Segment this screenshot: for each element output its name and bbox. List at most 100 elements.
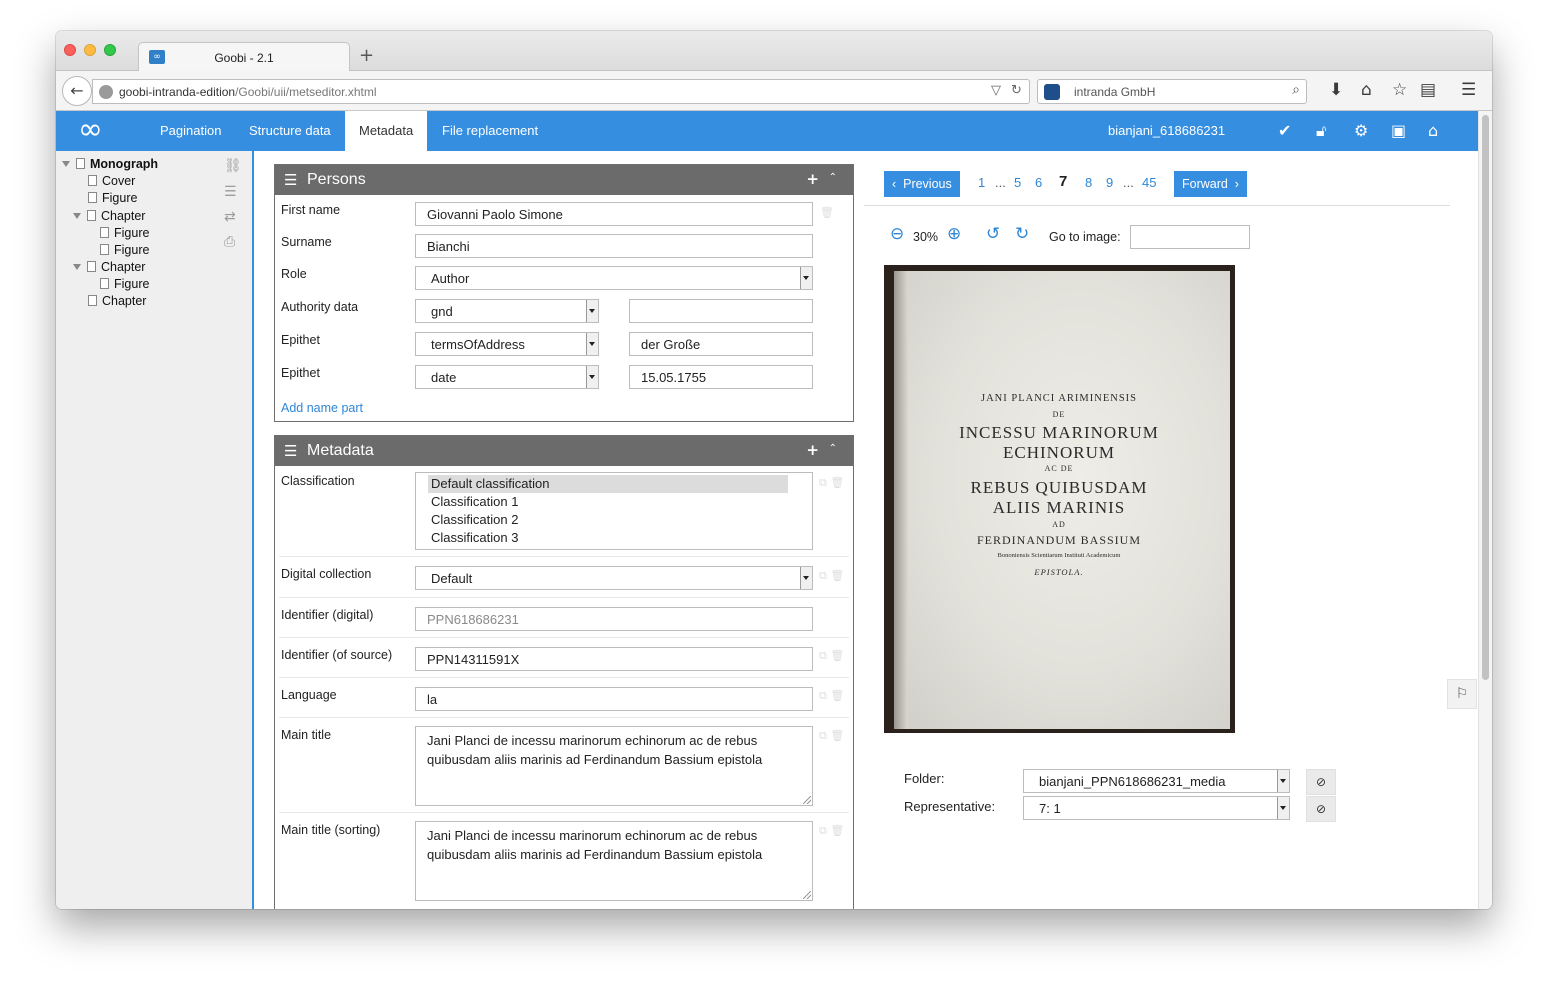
page-link[interactable]: 6 [1035,175,1042,190]
main-title-textarea[interactable]: Jani Planci de incessu marinorum echinor… [415,726,813,806]
bookmark-icon[interactable]: ⚐ [1447,679,1477,709]
add-icon[interactable]: + [806,170,819,188]
forward-button[interactable]: Forward › [1174,171,1247,197]
tree-node[interactable]: Figure [100,243,149,257]
bookmark-star-icon[interactable]: ☆ [1392,80,1407,100]
expand-icon[interactable] [73,264,81,270]
tree-node[interactable]: Figure [100,277,149,291]
download-icon[interactable]: ⬇ [1329,80,1343,100]
browser-tab[interactable]: ∞ Goobi - 2.1 [138,42,350,72]
scrollbar-thumb[interactable] [1482,115,1489,680]
authority-source-select[interactable]: gnd [415,299,599,323]
menu-icon[interactable]: ☰ [284,171,297,189]
surname-field[interactable]: Bianchi [415,234,813,258]
unlock-icon[interactable]: 🔓︎ [1316,121,1326,141]
zoom-out-icon[interactable]: ⊖ [890,224,904,244]
menu-icon[interactable]: ☰ [284,442,297,460]
representative-select[interactable]: 7: 1 [1023,796,1290,820]
page-scrollbar[interactable] [1478,111,1492,909]
tree-node[interactable]: Figure [100,226,149,240]
zoom-in-icon[interactable]: ⊕ [947,224,961,244]
digital-collection-select[interactable]: Default [415,566,813,590]
reading-list-icon[interactable]: ▤ [1420,80,1436,100]
url-bar[interactable]: goobi-intranda-edition/Goobi/uii/metsedi… [92,79,1030,104]
add-name-part-link[interactable]: Add name part [281,401,363,415]
main-title-sorting-textarea[interactable]: Jani Planci de incessu marinorum echinor… [415,821,813,901]
history-dropdown-icon[interactable]: ▽ [991,83,1001,98]
tab-metadata[interactable]: Metadata [345,111,428,151]
expand-icon[interactable] [62,161,70,167]
tree-node[interactable]: Chapter [73,209,145,223]
page-link[interactable]: 5 [1014,175,1021,190]
listbox-option[interactable]: Classification 1 [428,493,518,511]
menu-icon[interactable]: ☰ [1461,80,1476,100]
copy-icon[interactable]: ⧉ 🗑︎ [819,824,844,838]
home-icon[interactable]: ⌂ [1361,80,1372,100]
collapse-icon[interactable]: ⌃ [829,443,837,454]
list-icon[interactable]: ☰ [224,184,237,200]
tree-node[interactable]: Figure [88,191,137,205]
rotate-left-icon[interactable]: ↺ [986,224,1000,244]
listbox-option[interactable]: Default classification [428,475,788,493]
page-link[interactable]: 9 [1106,175,1113,190]
tree-node[interactable]: Chapter [73,260,145,274]
tree-node-root[interactable]: Monograph [62,157,158,171]
search-bar[interactable]: intranda GmbH ⌕ [1037,79,1307,104]
tree-node[interactable]: Chapter [88,294,146,308]
gear-icon[interactable]: ⚙ [1354,121,1368,140]
rotate-right-icon[interactable]: ↻ [1015,224,1029,244]
resize-handle-icon[interactable] [803,891,811,899]
resize-handle-icon[interactable] [803,796,811,804]
page-link[interactable]: 45 [1142,175,1156,190]
copy-icon[interactable]: ⧉ 🗑︎ [819,476,844,490]
apply-folder-button[interactable]: ⊘ [1306,769,1336,795]
copy-icon[interactable]: ⧉ 🗑︎ [819,569,844,583]
back-button[interactable]: ← [62,76,92,106]
page-link[interactable]: 8 [1085,175,1092,190]
authority-value-field[interactable] [629,299,813,323]
folder-select[interactable]: bianjani_PPN618686231_media [1023,769,1290,793]
delete-icon[interactable]: 🗑︎ [820,206,834,219]
search-icon[interactable]: ⌕ [1292,82,1300,98]
language-field[interactable]: la [415,687,813,711]
home-icon[interactable]: ⌂ [1428,121,1438,140]
identifier-digital-field[interactable]: PPN618686231 [415,607,813,631]
listbox-option[interactable]: Classification 2 [428,511,518,529]
collapse-icon[interactable]: ⌃ [829,172,837,183]
check-icon[interactable]: ✔ [1278,121,1291,140]
classification-listbox[interactable]: Default classification Classification 1 … [415,472,813,550]
goobi-logo[interactable]: ∞ [78,115,103,145]
copy-icon[interactable]: ⧉ 🗑︎ [819,689,844,703]
listbox-option[interactable]: Classification 3 [428,529,518,547]
copy-icon[interactable]: ⧉ 🗑︎ [819,649,844,663]
page-scan-image[interactable]: JANI PLANCI ARIMINENSIS DE INCESSU MARIN… [884,265,1235,733]
expand-icon[interactable] [73,213,81,219]
first-name-field[interactable]: Giovanni Paolo Simone [415,202,813,226]
copy-icon[interactable]: ⧉ 🗑︎ [819,729,844,743]
zoom-window-button[interactable] [104,44,116,56]
epithet-value-field[interactable]: 15.05.1755 [629,365,813,389]
apply-representative-button[interactable]: ⊘ [1306,796,1336,822]
swap-icon[interactable]: ⇄ [224,209,236,225]
reload-icon[interactable]: ↻ [1011,83,1022,98]
tab-pagination[interactable]: Pagination [146,111,235,151]
minimize-window-button[interactable] [84,44,96,56]
goto-image-field[interactable] [1130,225,1250,249]
add-icon[interactable]: + [806,441,819,459]
role-select[interactable]: Author [415,266,813,290]
new-tab-button[interactable]: + [359,45,374,66]
tab-file-replacement[interactable]: File replacement [428,111,552,151]
epithet-value-field[interactable]: der Große [629,332,813,356]
save-icon[interactable]: ▣ [1391,121,1406,140]
search-engine-icon[interactable] [1044,84,1060,100]
previous-button[interactable]: ‹ Previous [884,171,960,197]
page-link[interactable]: 1 [978,175,985,190]
epithet-type-select[interactable]: termsOfAddress [415,332,599,356]
tree-node[interactable]: Cover [88,174,135,188]
close-window-button[interactable] [64,44,76,56]
epithet-type-select[interactable]: date [415,365,599,389]
print-icon[interactable]: ⎙ [224,234,235,250]
identifier-source-field[interactable]: PPN14311591X [415,647,813,671]
tab-structure-data[interactable]: Structure data [235,111,345,151]
unlink-icon[interactable]: ⛓ [224,158,242,174]
